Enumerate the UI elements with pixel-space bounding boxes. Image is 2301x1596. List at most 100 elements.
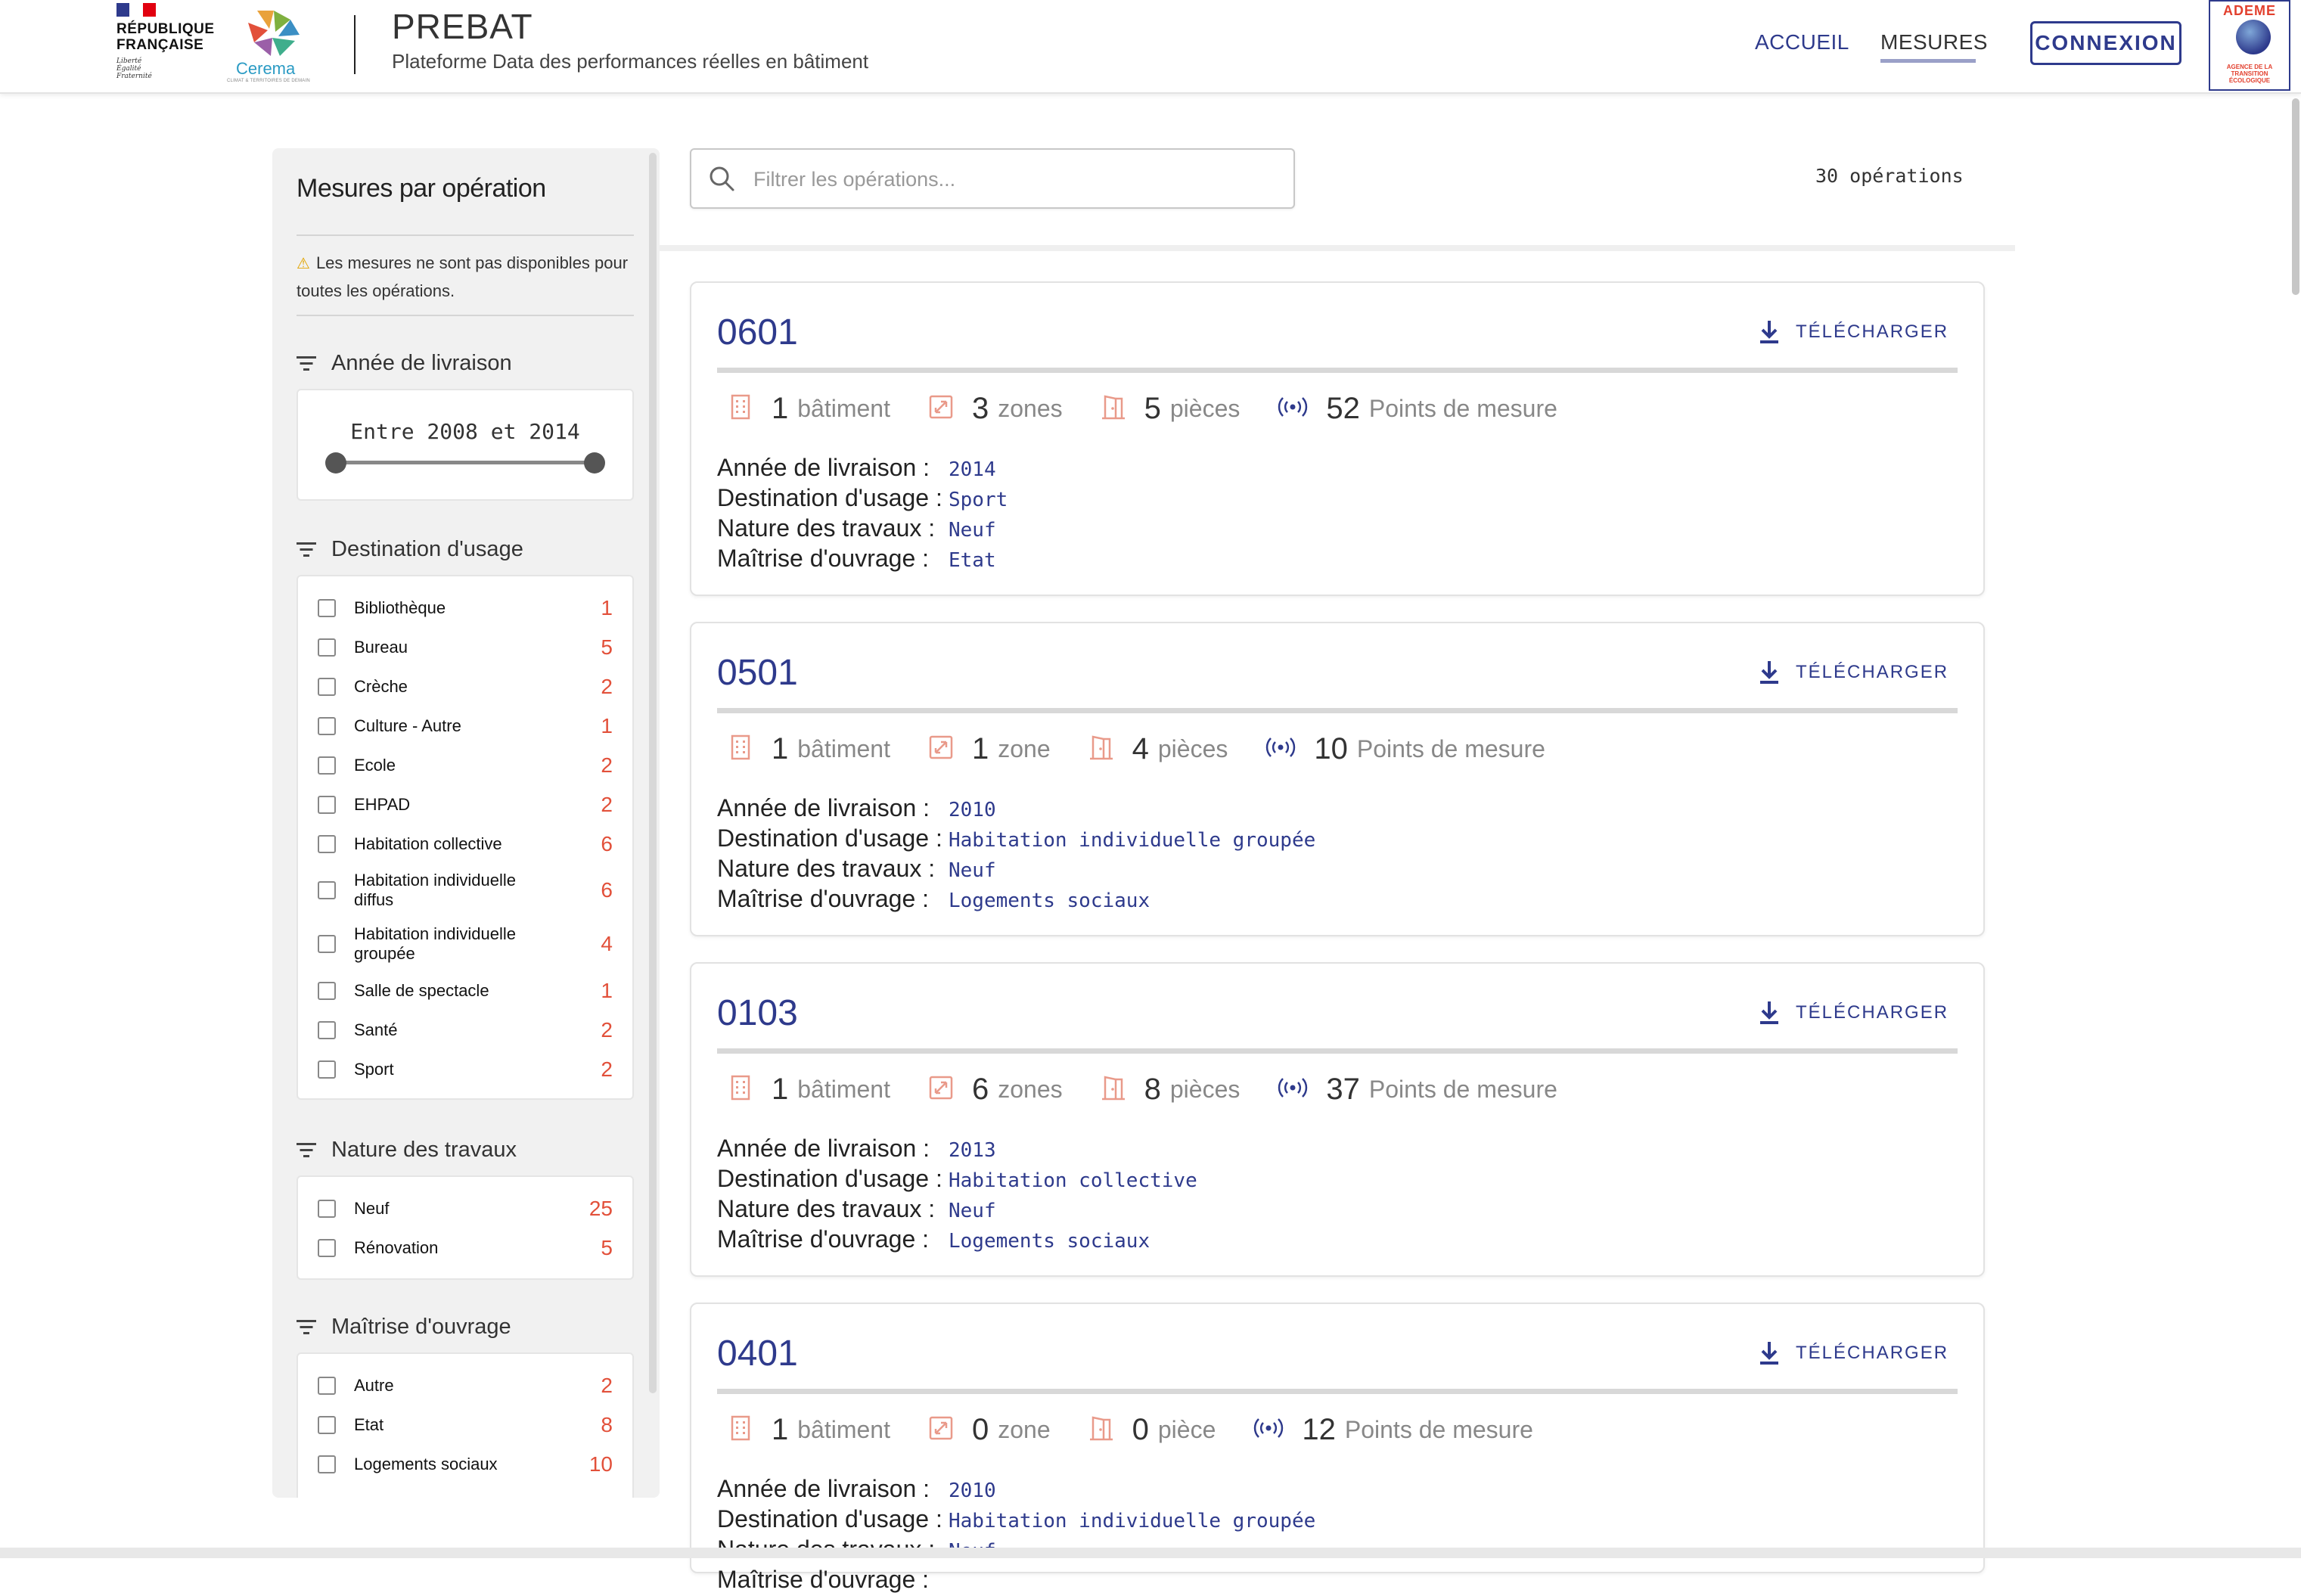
checkbox[interactable]	[318, 717, 336, 735]
filter-option[interactable]: Habitation collective 6	[318, 824, 613, 864]
stat-unit: zone	[998, 1416, 1051, 1443]
filter-option[interactable]: Crèche 2	[318, 667, 613, 706]
download-button[interactable]: TÉLÉCHARGER	[1758, 319, 1949, 345]
filter-option[interactable]: Sport 2	[318, 1050, 613, 1089]
search-box[interactable]	[690, 148, 1295, 209]
detail-label: Maîtrise d'ouvrage :	[717, 1566, 930, 1593]
checkbox[interactable]	[318, 1377, 336, 1395]
filter-option-count: 1	[601, 714, 613, 737]
detail-value: 2014	[949, 458, 996, 481]
stat-number: 12	[1302, 1413, 1336, 1446]
filter-option[interactable]: Rénovation 5	[318, 1228, 613, 1268]
download-label: TÉLÉCHARGER	[1796, 321, 1949, 342]
checkbox[interactable]	[318, 835, 336, 853]
filter-option[interactable]: Etat 8	[318, 1405, 613, 1445]
filter-option[interactable]: Logements sociaux 10	[318, 1445, 613, 1484]
filter-option[interactable]: Autre 2	[318, 1366, 613, 1405]
filter-option-label: Rénovation	[354, 1238, 439, 1257]
filter-option-count: 1	[601, 979, 613, 1002]
filter-option-label: Culture - Autre	[354, 716, 461, 735]
operation-id[interactable]: 0501	[717, 652, 798, 694]
download-button[interactable]: TÉLÉCHARGER	[1758, 660, 1949, 685]
filter-option[interactable]: Habitation individuelle groupée 4	[318, 921, 613, 967]
checkbox[interactable]	[318, 1416, 336, 1434]
checkbox[interactable]	[318, 935, 336, 953]
stat-number: 1	[772, 392, 789, 425]
operation-details: Année de livraison : 2013 Destination d'u…	[717, 1135, 1197, 1256]
detail-label: Destination d'usage :	[717, 484, 942, 511]
checkbox[interactable]	[318, 796, 336, 814]
top-header: RÉPUBLIQUE FRANÇAISE Liberté Égalité Fra…	[0, 0, 2301, 94]
filter-option[interactable]: Culture - Autre 1	[318, 706, 613, 746]
operation-stats: 1 bâtiment 1 zone 4 pièces 10 Points de …	[728, 732, 1583, 766]
filter-heading-nature: Nature des travaux	[297, 1138, 517, 1163]
download-button[interactable]: TÉLÉCHARGER	[1758, 1000, 1949, 1026]
download-button[interactable]: TÉLÉCHARGER	[1758, 1340, 1949, 1366]
stat-unit: bâtiment	[797, 395, 890, 422]
operation-id[interactable]: 0601	[717, 312, 798, 353]
year-range-max-handle[interactable]	[584, 452, 605, 474]
checkbox[interactable]	[318, 881, 336, 899]
detail-value: Logements sociaux	[949, 890, 1150, 912]
nav-mesures[interactable]: MESURES	[1880, 30, 1988, 54]
republique-francaise-name: RÉPUBLIQUE FRANÇAISE	[116, 21, 215, 53]
stat-unit: pièces	[1169, 395, 1241, 422]
year-range-min-handle[interactable]	[325, 452, 346, 474]
stat-zones: 6 zones	[928, 1073, 1063, 1107]
checkbox[interactable]	[318, 1455, 336, 1473]
stat-unit: zones	[998, 395, 1063, 422]
stat-number: 4	[1132, 732, 1149, 765]
checkbox[interactable]	[318, 599, 336, 617]
filter-option[interactable]: Ecole 2	[318, 746, 613, 785]
detail-value: Habitation individuelle groupée	[949, 1510, 1316, 1532]
checkbox[interactable]	[318, 1021, 336, 1039]
checkbox[interactable]	[318, 1200, 336, 1218]
search-input[interactable]	[752, 162, 1269, 197]
detail-label: Nature des travaux :	[717, 1195, 936, 1222]
checkbox[interactable]	[318, 982, 336, 1000]
operation-card[interactable]: 0401 TÉLÉCHARGER 1 bâtiment 0 zone 0 piè…	[690, 1303, 1985, 1593]
filter-heading-destination: Destination d'usage	[297, 537, 523, 562]
connexion-button[interactable]: CONNEXION	[2030, 21, 2181, 65]
filter-option[interactable]: Neuf 25	[318, 1189, 613, 1228]
filter-option[interactable]: EHPAD 2	[318, 785, 613, 824]
destination-filter-box: Bibliothèque 1 Bureau 5 Crèche 2 Culture - …	[297, 575, 634, 1100]
checkbox[interactable]	[318, 756, 336, 775]
stat-unit: pièce	[1157, 1416, 1216, 1443]
checkbox[interactable]	[318, 1060, 336, 1079]
checkbox[interactable]	[318, 1239, 336, 1257]
nav-accueil[interactable]: ACCUEIL	[1755, 30, 1849, 54]
filter-option-label: Autre	[354, 1376, 394, 1395]
detail-value: Habitation collective	[949, 1169, 1197, 1192]
filter-option[interactable]: Habitation individuelle diffus 6	[318, 867, 613, 914]
app-title[interactable]: PREBAT	[392, 6, 533, 47]
stat-number: 37	[1326, 1073, 1360, 1106]
operation-card[interactable]: 0501 TÉLÉCHARGER 1 bâtiment 1 zone 4 piè…	[690, 622, 1985, 936]
filter-option[interactable]: Bureau 5	[318, 628, 613, 667]
filter-heading-maitrise: Maîtrise d'ouvrage	[297, 1315, 511, 1340]
ademe-logo[interactable]: ADEME AGENCE DE LA TRANSITION ÉCOLOGIQUE	[2209, 0, 2290, 91]
download-label: TÉLÉCHARGER	[1796, 1002, 1949, 1023]
operation-details: Année de livraison : 2014 Destination d'u…	[717, 454, 1008, 575]
sidebar-scrollbar[interactable]	[649, 153, 657, 1393]
checkbox[interactable]	[318, 678, 336, 696]
filter-option[interactable]: Salle de spectacle 1	[318, 971, 613, 1011]
filter-option[interactable]: Santé 2	[318, 1011, 613, 1050]
detail-row-destination: Destination d'usage : Habitation individu…	[717, 1505, 1315, 1535]
door-icon	[1088, 1415, 1132, 1445]
filter-option[interactable]: Bibliothèque 1	[318, 588, 613, 628]
detail-value: Neuf	[949, 519, 996, 542]
stat-points: 37 Points de mesure	[1278, 1073, 1557, 1107]
detail-row-maitrise: Maîtrise d'ouvrage : Etat	[717, 545, 1008, 575]
card-divider	[717, 368, 1958, 373]
operation-card[interactable]: 0103 TÉLÉCHARGER 1 bâtiment 6 zones 8 pi…	[690, 962, 1985, 1277]
checkbox[interactable]	[318, 638, 336, 657]
operation-id[interactable]: 0401	[717, 1333, 798, 1374]
operation-card[interactable]: 0601 TÉLÉCHARGER 1 bâtiment 3 zones 5 pi…	[690, 281, 1985, 596]
stat-number: 3	[971, 392, 989, 425]
operation-id[interactable]: 0103	[717, 992, 798, 1034]
year-range-track[interactable]	[336, 461, 595, 464]
detail-row-maitrise: Maîtrise d'ouvrage : Logements sociaux	[717, 885, 1315, 915]
stat-unit: Points de mesure	[1356, 735, 1545, 762]
page-scrollbar[interactable]	[2292, 98, 2299, 295]
